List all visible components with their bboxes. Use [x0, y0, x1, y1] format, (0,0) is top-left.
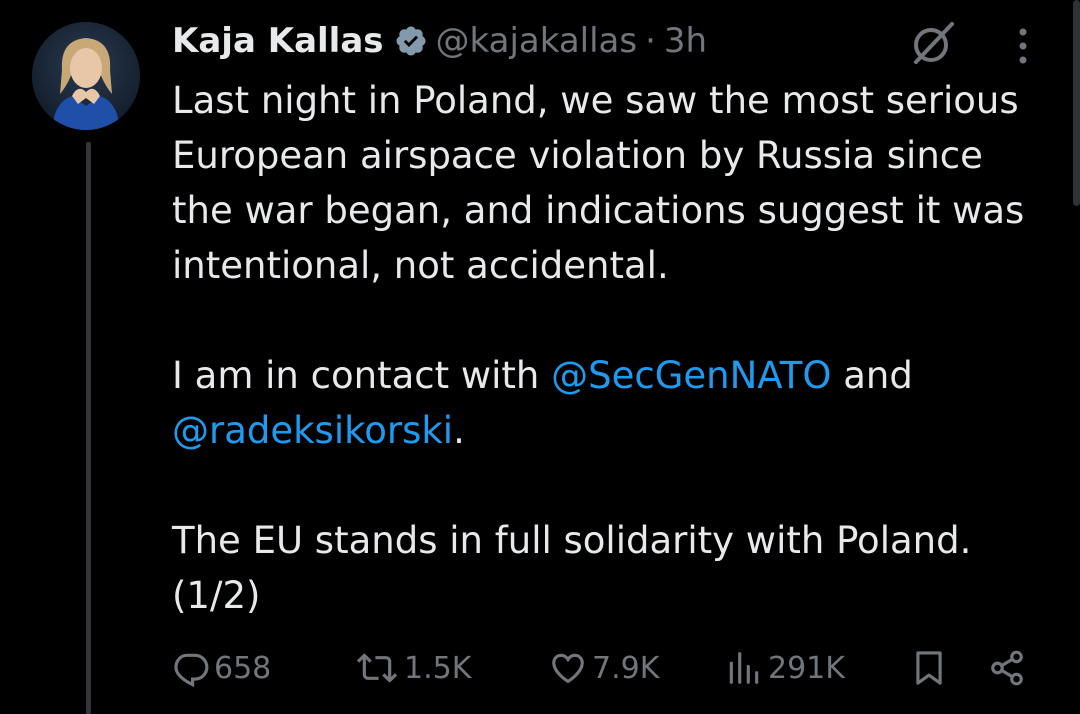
mention-secgennato-link[interactable]: @SecGenNATO — [551, 354, 831, 397]
tweet-paragraph-1: Last night in Poland, we saw the most se… — [172, 79, 1025, 287]
timestamp[interactable]: 3h — [664, 18, 707, 64]
views-count: 291K — [768, 650, 845, 686]
more-icon[interactable] — [1012, 24, 1034, 68]
verified-badge-icon[interactable] — [394, 24, 428, 58]
reply-button[interactable]: 658 — [172, 640, 271, 696]
share-button[interactable] — [988, 640, 1030, 696]
repost-count: 1.5K — [404, 650, 472, 686]
views-icon — [729, 652, 759, 684]
avatar-image — [32, 22, 140, 130]
scrollbar[interactable] — [1073, 0, 1080, 206]
repost-icon — [356, 653, 398, 683]
like-button[interactable]: 7.9K — [548, 640, 659, 696]
action-bar: 658 1.5K 7.9K 291K — [0, 640, 1080, 696]
reply-count: 658 — [214, 650, 272, 686]
mention-radeksikorski-link[interactable]: @radeksikorski — [172, 409, 453, 452]
views-button[interactable]: 291K — [724, 640, 845, 696]
tweet-header: Kaja Kallas @kajakallas · 3h — [172, 18, 707, 64]
tweet-paragraph-2: I am in contact with @SecGenNATO and @ra… — [172, 348, 1052, 458]
bookmark-button[interactable] — [910, 640, 952, 696]
paragraph-2-text: . — [453, 409, 465, 452]
reply-icon — [174, 653, 209, 687]
share-icon — [991, 650, 1023, 686]
grok-icon[interactable] — [906, 18, 958, 70]
avatar[interactable] — [32, 22, 140, 130]
tweet-text: Last night in Poland, we saw the most se… — [172, 73, 1052, 623]
like-icon — [552, 653, 584, 684]
repost-button[interactable]: 1.5K — [354, 640, 471, 696]
thread-line — [86, 142, 91, 714]
paragraph-2-text: and — [831, 354, 913, 397]
author-name[interactable]: Kaja Kallas — [172, 18, 384, 64]
tweet-paragraph-3: The EU stands in full solidarity with Po… — [172, 519, 972, 617]
author-handle[interactable]: @kajakallas — [436, 18, 638, 64]
like-count: 7.9K — [592, 650, 660, 686]
separator-dot: · — [645, 21, 656, 61]
paragraph-2-text: I am in contact with — [172, 354, 552, 397]
bookmark-icon — [916, 651, 942, 685]
